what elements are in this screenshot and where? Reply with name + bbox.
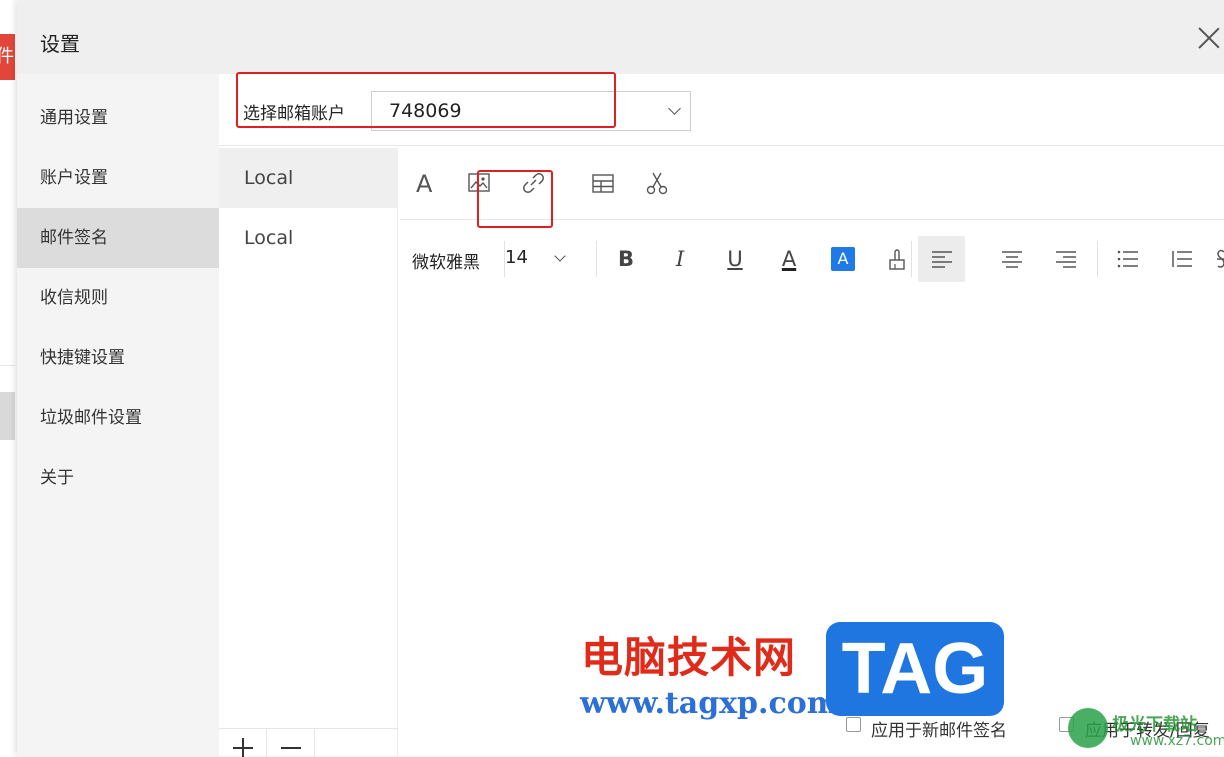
signature-list-footer bbox=[219, 728, 398, 757]
background-red-tab: 件 bbox=[0, 34, 15, 80]
format-toolbar: 微软雅黑 14 B I U A A bbox=[400, 221, 1224, 297]
font-style-icon[interactable]: A bbox=[416, 170, 432, 198]
watermark-url: www.tagxp.com bbox=[580, 686, 839, 721]
font-size-select[interactable]: 14 bbox=[505, 247, 528, 268]
align-left-icon[interactable] bbox=[931, 250, 953, 268]
settings-nav: 通用设置 账户设置 邮件签名 收信规则 快捷键设置 垃圾邮件设置 关于 bbox=[17, 74, 219, 756]
watermark-site-name: 极光下载站 bbox=[1112, 715, 1197, 735]
add-signature-button[interactable] bbox=[219, 729, 267, 757]
format-painter-icon[interactable] bbox=[887, 249, 907, 271]
dialog-title: 设置 bbox=[40, 32, 80, 56]
toolbar-divider bbox=[911, 241, 912, 277]
background-divider bbox=[0, 365, 15, 366]
italic-button[interactable]: I bbox=[662, 241, 698, 277]
remove-signature-button[interactable] bbox=[267, 729, 315, 757]
watermark-tag-logo: TAG bbox=[826, 622, 1004, 716]
highlight-box-image bbox=[477, 170, 553, 228]
background-gray-item bbox=[0, 392, 15, 440]
align-right-icon[interactable] bbox=[1055, 250, 1077, 268]
toolbar-divider bbox=[1097, 241, 1098, 277]
numbered-list-icon[interactable] bbox=[1171, 250, 1193, 268]
close-icon[interactable] bbox=[1198, 27, 1220, 49]
nav-item-spam[interactable]: 垃圾邮件设置 bbox=[17, 388, 219, 448]
nav-item-signature[interactable]: 邮件签名 bbox=[17, 208, 219, 268]
background-window-edge: 件 bbox=[0, 0, 17, 756]
nav-item-shortcuts[interactable]: 快捷键设置 bbox=[17, 328, 219, 388]
nav-item-about[interactable]: 关于 bbox=[17, 448, 219, 508]
cut-icon[interactable] bbox=[646, 171, 668, 195]
nav-item-general[interactable]: 通用设置 bbox=[17, 88, 219, 148]
signature-item[interactable]: Local bbox=[219, 148, 398, 208]
chevron-down-icon bbox=[554, 250, 566, 262]
font-family-select[interactable]: 微软雅黑 bbox=[412, 248, 480, 273]
highlight-color-button[interactable]: A bbox=[831, 247, 855, 271]
watermark-site-url: www.xz7.com bbox=[1130, 733, 1224, 749]
watermark-site: 极光下载站 www.xz7.com bbox=[1068, 706, 1224, 756]
align-center-icon[interactable] bbox=[1001, 250, 1023, 268]
underline-button[interactable]: U bbox=[717, 241, 753, 277]
nav-item-account[interactable]: 账户设置 bbox=[17, 148, 219, 208]
signature-list: Local Local bbox=[219, 148, 398, 757]
signature-editor: A 微软雅黑 14 B I U A A 应用于新邮件签名 应用于转发/回复 bbox=[400, 148, 1224, 756]
strikethrough-icon[interactable] bbox=[1217, 248, 1224, 270]
toolbar-divider bbox=[596, 241, 597, 277]
bullet-list-icon[interactable] bbox=[1117, 250, 1139, 268]
signature-item[interactable]: Local bbox=[219, 208, 398, 268]
insert-table-icon[interactable] bbox=[592, 174, 614, 193]
apply-new-label: 应用于新邮件签名 bbox=[871, 721, 1007, 741]
watermark-site-logo bbox=[1068, 708, 1108, 748]
watermark-brand: 电脑技术网 bbox=[581, 633, 797, 682]
font-color-button[interactable]: A bbox=[771, 241, 807, 277]
highlight-box-account bbox=[236, 72, 616, 128]
dialog-title-bar: 设置 bbox=[17, 0, 1224, 74]
nav-item-rules[interactable]: 收信规则 bbox=[17, 268, 219, 328]
bold-button[interactable]: B bbox=[608, 241, 644, 277]
chevron-down-icon bbox=[668, 102, 681, 115]
apply-new-checkbox[interactable] bbox=[846, 717, 861, 732]
